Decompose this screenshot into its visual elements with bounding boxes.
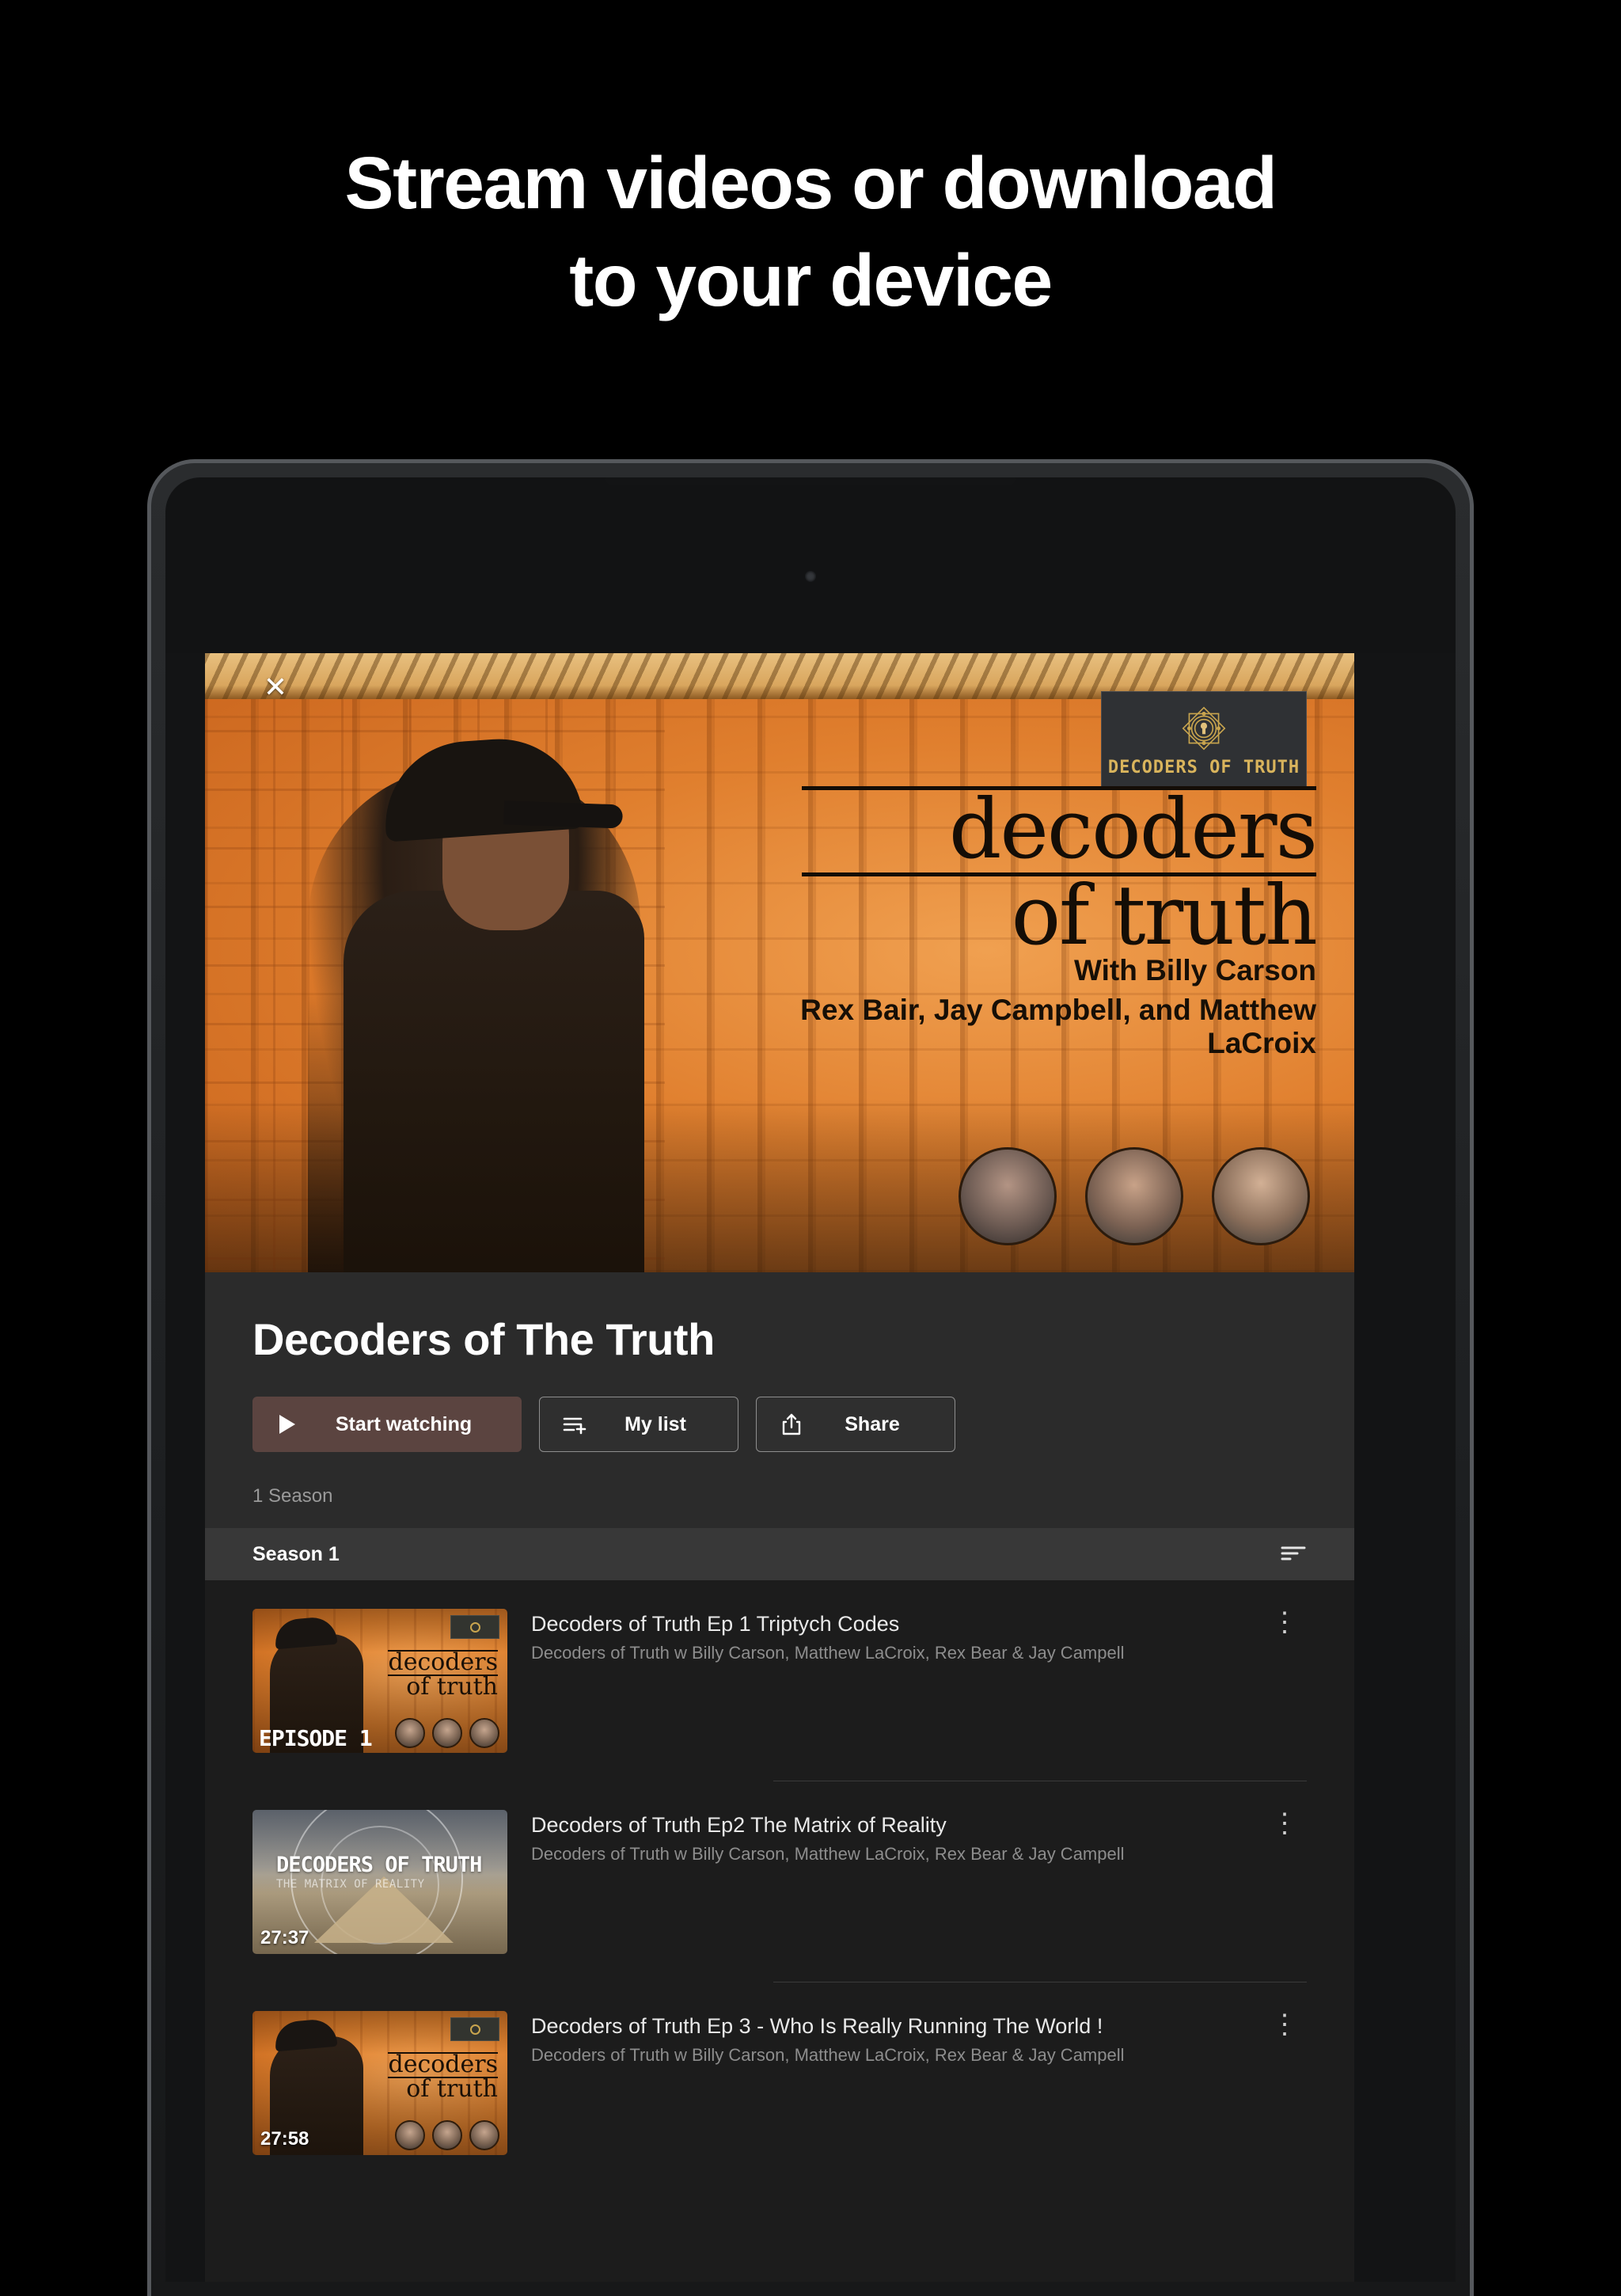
hero-credits: With Billy Carson Rex Bair, Jay Campbell…: [746, 954, 1316, 1060]
episode-meta: Decoders of Truth Ep 3 - Who Is Really R…: [507, 2011, 1262, 2066]
avatar: [1085, 1147, 1183, 1245]
headline-line-2: to your device: [569, 238, 1053, 321]
episode-meta: Decoders of Truth Ep 1 Triptych Codes De…: [507, 1609, 1262, 1663]
marketing-headline: Stream videos or download to your device: [0, 0, 1621, 329]
hero-logo-line-2: of truth: [802, 872, 1318, 956]
decoders-of-truth-badge: DECODERS OF TRUTH: [1101, 691, 1307, 788]
playlist-add-icon: [560, 1410, 589, 1439]
host-cap: [273, 1615, 338, 1650]
avatar: [1212, 1147, 1310, 1245]
episode-subtitle: Decoders of Truth w Billy Carson, Matthe…: [531, 2045, 1125, 2065]
share-label: Share: [845, 1412, 900, 1435]
thumbnail-logo-line-1: decoders: [388, 2051, 498, 2078]
hero-credit-guests: Rex Bair, Jay Campbell, and Matthew LaCr…: [800, 994, 1316, 1059]
show-detail-section: Decoders of The Truth Start watching My …: [205, 1272, 1354, 1528]
more-vertical-icon[interactable]: ⋮: [1262, 1810, 1307, 1837]
list-item[interactable]: decoders of truth 27:58 Decoders of Trut…: [205, 1982, 1354, 2184]
thumbnail-logo-line-2: of truth: [388, 2076, 498, 2101]
app-screen: DECODERS OF TRUTH decoders of truth With…: [165, 653, 1456, 2282]
sort-icon[interactable]: [1280, 1545, 1307, 1564]
guest-avatars: [395, 2120, 499, 2150]
action-button-row: Start watching My list Share: [252, 1397, 1307, 1452]
episode-subtitle: Decoders of Truth w Billy Carson, Matthe…: [531, 1844, 1125, 1864]
episode-title: Decoders of Truth Ep2 The Matrix of Real…: [531, 1813, 947, 1837]
episode-number-label: EPISODE 1: [259, 1725, 373, 1751]
show-detail-modal: DECODERS OF TRUTH decoders of truth With…: [205, 653, 1354, 2282]
hero-show-logo: decoders of truth: [802, 786, 1318, 956]
decoders-badge-icon: [450, 2017, 499, 2041]
episode-subtitle: Decoders of Truth w Billy Carson, Matthe…: [531, 1643, 1125, 1663]
decoders-badge-icon: [450, 1615, 499, 1639]
episode-meta: Decoders of Truth Ep2 The Matrix of Real…: [507, 1810, 1262, 1865]
guest-avatars: [959, 1147, 1310, 1245]
season-count-label: 1 Season: [252, 1485, 333, 1507]
thumbnail-subtitle: THE MATRIX OF REALITY: [276, 1878, 425, 1891]
my-list-label: My list: [624, 1412, 686, 1435]
share-button[interactable]: Share: [756, 1397, 955, 1452]
octagram-keyhole-icon: [1182, 706, 1226, 750]
list-item[interactable]: decoders of truth EPISODE 1 Decoders of …: [205, 1580, 1354, 1781]
close-icon[interactable]: ✕: [259, 671, 292, 704]
episode-thumbnail[interactable]: DECODERS OF TRUTH THE MATRIX OF REALITY …: [252, 1810, 507, 1954]
tablet-device-frame: DECODERS OF TRUTH decoders of truth With…: [147, 459, 1474, 2296]
avatar: [959, 1147, 1057, 1245]
page-title: Decoders of The Truth: [252, 1314, 715, 1364]
front-camera-icon: [805, 571, 816, 582]
guest-avatars: [395, 1718, 499, 1748]
device-notch: [605, 477, 1016, 485]
thumbnail-logo-line-2: of truth: [388, 1674, 498, 1699]
hero-logo-line-1: decoders: [802, 786, 1318, 870]
start-watching-button[interactable]: Start watching: [252, 1397, 522, 1452]
season-header-bar[interactable]: Season 1: [205, 1528, 1354, 1580]
play-icon: [273, 1410, 302, 1439]
thumbnail-logo: decoders of truth: [388, 2052, 498, 2100]
host-cap: [273, 2017, 338, 2052]
thumbnail-logo: decoders of truth: [388, 1650, 498, 1698]
more-vertical-icon[interactable]: ⋮: [1262, 2011, 1307, 2038]
episode-duration: 27:58: [260, 2128, 309, 2150]
episode-title: Decoders of Truth Ep 1 Triptych Codes: [531, 1612, 900, 1636]
headline-line-1: Stream videos or download: [344, 142, 1277, 224]
thumbnail-title: DECODERS OF TRUTH: [276, 1853, 482, 1877]
episode-title: Decoders of Truth Ep 3 - Who Is Really R…: [531, 2014, 1103, 2038]
host-torso: [344, 891, 644, 1272]
share-icon: [777, 1410, 806, 1439]
episode-list: decoders of truth EPISODE 1 Decoders of …: [205, 1580, 1354, 2231]
hero-banner: DECODERS OF TRUTH decoders of truth With…: [205, 653, 1354, 1272]
list-item[interactable]: DECODERS OF TRUTH THE MATRIX OF REALITY …: [205, 1781, 1354, 1982]
badge-label: DECODERS OF TRUTH: [1107, 757, 1300, 777]
season-label: Season 1: [252, 1542, 340, 1565]
start-watching-label: Start watching: [335, 1412, 473, 1435]
hero-credit-host: With Billy Carson: [1074, 954, 1316, 986]
episode-thumbnail[interactable]: decoders of truth EPISODE 1: [252, 1609, 507, 1753]
episode-duration: 27:37: [260, 1927, 309, 1948]
thumbnail-logo-line-1: decoders: [388, 1648, 498, 1676]
tablet-screen: DECODERS OF TRUTH decoders of truth With…: [165, 477, 1456, 2282]
episode-thumbnail[interactable]: decoders of truth 27:58: [252, 2011, 507, 2155]
more-vertical-icon[interactable]: ⋮: [1262, 1609, 1307, 1636]
my-list-button[interactable]: My list: [539, 1397, 738, 1452]
